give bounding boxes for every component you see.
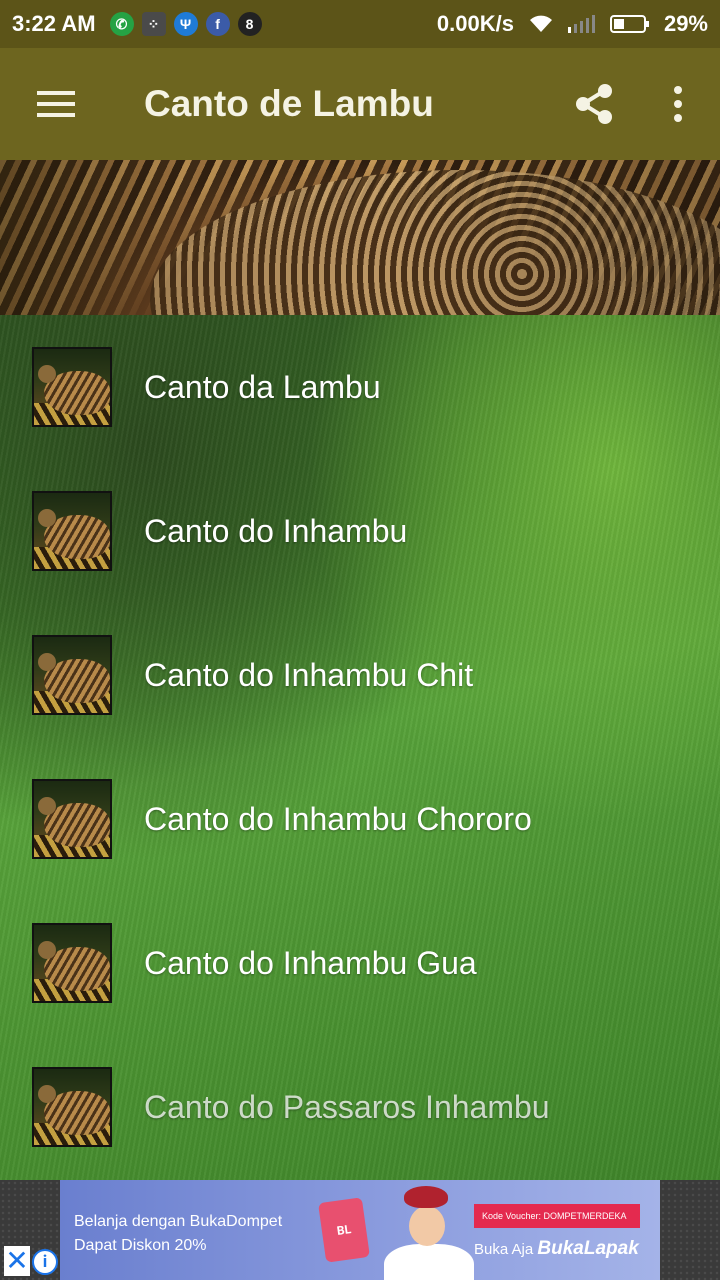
song-label: Canto do Inhambu Chororo [144,800,532,837]
bbm-icon: ⁘ [141,12,166,36]
ad-cta: Buka Aja BukaLapak [474,1238,639,1259]
song-item[interactable]: Canto do Inhambu Chit [0,603,720,747]
song-item[interactable]: Canto do Inhambu Gua [0,891,720,1035]
song-thumbnail [32,923,112,1003]
song-label: Canto do Inhambu Chit [144,656,474,693]
network-speed: 0.00K/s [436,11,514,36]
ad-person-image [376,1186,496,1280]
app-bar: Canto de Lambu [0,48,720,160]
header-bird-image [0,160,720,315]
status-time: 3:22 AM [12,11,96,36]
ad-headline: Belanja dengan BukaDompet [74,1213,283,1230]
song-thumbnail [32,1067,112,1147]
app-title: Canto de Lambu [144,83,434,124]
song-item[interactable]: Canto do Inhambu Chororo [0,747,720,891]
ad-close-icon[interactable]: ✕ [4,1246,30,1276]
share-icon [576,84,612,124]
ad-voucher-code: Kode Voucher: DOMPETMERDEKA [474,1204,640,1228]
song-thumbnail [32,635,112,715]
hamburger-menu-icon [37,91,75,117]
signal-icon [567,15,595,33]
song-thumbnail [32,347,112,427]
battery-percent: 29% [663,11,708,36]
pool-game-icon: 8 [237,12,262,36]
song-thumbnail [32,779,112,859]
usb-icon: Ψ [173,12,198,36]
ad-info-icon[interactable]: i [32,1249,58,1275]
ad-container: Belanja dengan BukaDompet Dapat Diskon 2… [0,1180,720,1280]
menu-button[interactable] [0,48,112,160]
song-list: Canto da Lambu Canto do Inhambu Canto do… [0,315,720,1179]
ad-subline: Dapat Diskon 20% [74,1237,207,1254]
song-list-area: Canto da Lambu Canto do Inhambu Canto do… [0,315,720,1180]
song-item[interactable]: Canto da Lambu [0,315,720,459]
ad-brand-logo: BukaLapak [537,1238,639,1259]
song-item[interactable]: Canto do Inhambu [0,459,720,603]
song-label: Canto da Lambu [144,368,381,405]
battery-icon [609,15,649,33]
status-bar: 3:22 AM ✆ ⁘ Ψ f 8 0.00K/s 29% [0,0,720,48]
wifi-icon [529,15,552,32]
whatsapp-icon: ✆ [109,12,134,36]
facebook-icon: f [205,12,230,36]
share-button[interactable] [552,48,636,160]
wallet-icon: BL [318,1197,370,1263]
more-options-button[interactable] [636,48,720,160]
song-label: Canto do Inhambu [144,512,408,549]
song-label: Canto do Inhambu Gua [144,944,477,981]
ad-banner[interactable]: Belanja dengan BukaDompet Dapat Diskon 2… [60,1180,660,1280]
song-thumbnail [32,491,112,571]
song-item[interactable]: Canto do Passaros Inhambu [0,1035,720,1179]
song-label: Canto do Passaros Inhambu [144,1088,550,1125]
more-vertical-icon [674,86,682,122]
